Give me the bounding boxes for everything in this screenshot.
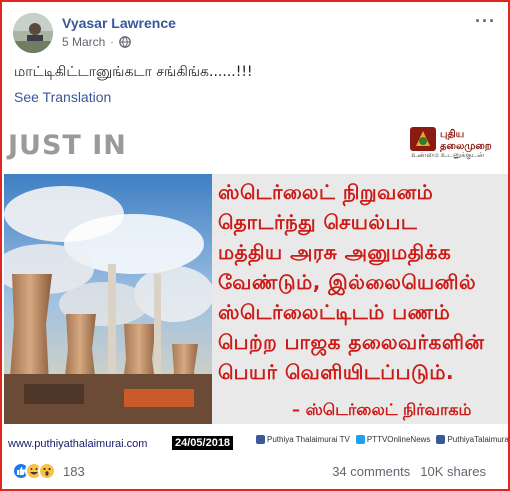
power-plant-photo bbox=[4, 174, 212, 424]
quote-attribution: – ஸ்டெர்லைட் நிர்வாகம் bbox=[292, 400, 472, 419]
more-options-icon[interactable]: ··· bbox=[475, 12, 496, 30]
logo-line1: புதிய bbox=[440, 128, 464, 140]
quote-box: ஸ்டெர்லைட் நிறுவனம் தொடர்ந்து செயல்பட மத… bbox=[212, 174, 508, 424]
wow-reaction-icon bbox=[38, 462, 56, 480]
social-handle: PTTVOnlineNews bbox=[355, 435, 430, 445]
post-image[interactable]: JUST IN புதிய தலைமுறை உண்மை உடனுக்குடன் bbox=[4, 124, 508, 456]
social-handle: Puthiya Thalaimurai TV bbox=[256, 435, 350, 445]
shares-count[interactable]: 10K shares bbox=[420, 464, 486, 479]
twitter-icon bbox=[355, 435, 365, 445]
engagement-stats: 34 comments 10K shares bbox=[332, 464, 486, 479]
logo-tagline: உண்மை உடனுக்குடன் bbox=[411, 151, 484, 159]
quote-line: மத்திய அரசு அனுமதிக்க bbox=[218, 240, 452, 264]
quote-line: ஸ்டெர்லைட் நிறுவனம் bbox=[218, 180, 434, 204]
facebook-icon bbox=[256, 435, 265, 445]
image-header: JUST IN புதிய தலைமுறை உண்மை உடனுக்குடன் bbox=[4, 124, 508, 168]
comments-count[interactable]: 34 comments bbox=[332, 464, 410, 479]
date-badge: 24/05/2018 bbox=[172, 436, 234, 450]
social-handles: Puthiya Thalaimurai TV PTTVOnlineNews Pu… bbox=[256, 435, 508, 445]
image-footer: www.puthiyathalaimurai.com 24/05/2018 Pu… bbox=[4, 432, 508, 456]
quote-line: ஸ்டெர்லைட்டிடம் பணம் bbox=[218, 300, 451, 324]
quote-line: வேண்டும், இல்லையெனில் bbox=[218, 270, 477, 294]
author-name[interactable]: Vyasar Lawrence bbox=[62, 15, 176, 31]
separator-dot: · bbox=[110, 36, 114, 48]
quote-line: பெயர் வெளியிடப்படும். bbox=[218, 360, 455, 384]
facebook-post: Vyasar Lawrence 5 March · ··· மாட்டிகிட்… bbox=[0, 0, 510, 491]
reactions-summary[interactable]: 183 bbox=[12, 462, 85, 480]
website-url-text: www.puthiyathalaimurai.com bbox=[8, 438, 148, 450]
post-text: மாட்டிகிட்டானுங்கடா சங்கிங்க......!!! bbox=[14, 64, 253, 80]
website-url: www.puthiyathalaimurai.com bbox=[8, 438, 147, 450]
globe-icon[interactable] bbox=[118, 36, 131, 48]
quote-line: தொடர்ந்து செயல்பட bbox=[218, 210, 418, 234]
post-date[interactable]: 5 March bbox=[62, 35, 105, 49]
just-in-label: JUST IN bbox=[8, 130, 127, 161]
social-handle: PuthiyaTalaimuraimagazi bbox=[436, 435, 508, 445]
avatar[interactable] bbox=[13, 13, 53, 53]
quote-line: பெற்ற பாஜக தலைவர்களின் bbox=[218, 330, 485, 354]
facebook-icon bbox=[436, 435, 446, 445]
post-meta: 5 March · bbox=[62, 35, 131, 49]
see-translation-link[interactable]: See Translation bbox=[14, 89, 111, 105]
reaction-count: 183 bbox=[63, 463, 85, 479]
